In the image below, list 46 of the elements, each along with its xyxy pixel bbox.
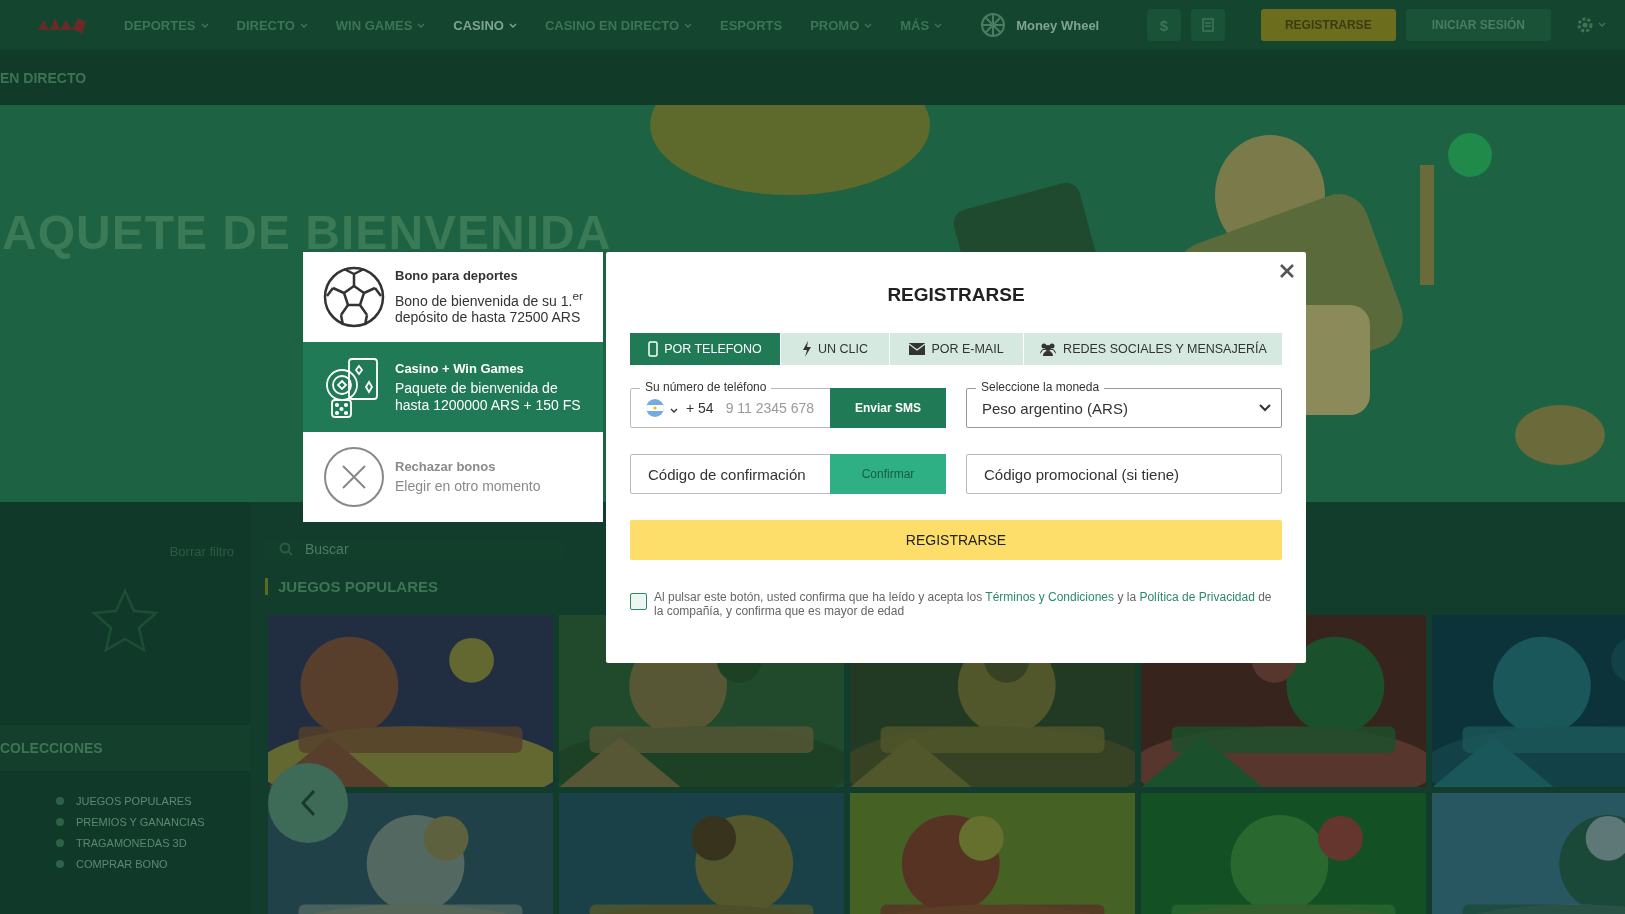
sidebar-item[interactable]: PREMIOS Y GANANCIAS [76, 816, 205, 828]
caret-icon [670, 408, 678, 413]
field-label: Seleccione la moneda [976, 380, 1105, 394]
promo-code-input[interactable]: Código promocional (si tiene) [982, 464, 1281, 484]
select-value: Peso argentino (ARS) [982, 399, 1128, 417]
mail-icon [909, 343, 926, 355]
bonus-description: Paquete de bienvenida de hasta 1200000 ARS + 150 FS [395, 379, 582, 414]
bonus-title: Bono para deportes [395, 267, 519, 283]
bullet-icon [56, 839, 64, 847]
tab[interactable]: UN CLIC [781, 333, 889, 365]
bullet-icon [56, 797, 64, 805]
bullet-icon [56, 860, 64, 868]
nav-item[interactable]: CASINO [439, 17, 531, 33]
send-sms-button[interactable]: Enviar SMS [830, 388, 946, 428]
lightning-icon [802, 341, 812, 357]
search-icon [279, 542, 293, 556]
sidebar-item[interactable]: COMPRAR BONO [76, 858, 168, 870]
phone-input[interactable]: 9 11 2345 678 [723, 399, 830, 417]
chevron-down-icon [1259, 404, 1271, 412]
bonus-description: Elegir en otro momento [395, 478, 541, 495]
wheel-icon[interactable] [980, 12, 1007, 38]
dialog-title: REGISTRARSE [887, 284, 1025, 306]
tab[interactable]: POR E-MAIL [890, 333, 1023, 365]
bonus-title: Rechazar bonos [395, 459, 497, 474]
phone-icon [648, 341, 659, 357]
soccer-ball-icon [323, 266, 385, 328]
close-circle-icon [323, 446, 385, 508]
promo-code-field[interactable]: Código promocional (si tiene) [966, 454, 1282, 494]
bullet-icon [56, 818, 64, 826]
chevron-left-icon [300, 789, 316, 817]
bonus-description: Bono de bienvenida de su 1.$^{er}$ depósito de hasta 72500 ARS [395, 287, 584, 327]
register-submit-button[interactable]: REGISTRARSE [630, 520, 1282, 560]
flag-icon[interactable] [646, 399, 664, 417]
field-label: Su número de teléfono [640, 380, 772, 394]
live-label[interactable]: EN DIRECTO [0, 69, 87, 86]
tab[interactable]: REDES SOCIALES Y MENSAJERÍA [1024, 333, 1282, 365]
sidebar-item[interactable]: JUEGOS POPULARES [76, 795, 192, 807]
bonus-title: Casino + Win Games [395, 360, 525, 376]
currency-button[interactable]: $ [1146, 9, 1181, 41]
bonus-option[interactable]: Casino + Win Games Paquete de bienvenida de hasta 1200000 ARS + 150 FS [303, 342, 603, 432]
tab[interactable]: POR TELEFONO [630, 333, 780, 365]
people-icon [1039, 342, 1058, 356]
sidebar-item[interactable]: TRAGAMONEDAS 3D [76, 837, 187, 849]
wheel-label[interactable]: Money Wheel [1016, 17, 1100, 33]
consent-checkbox[interactable] [630, 593, 647, 610]
country-code: + 54 [686, 400, 714, 416]
